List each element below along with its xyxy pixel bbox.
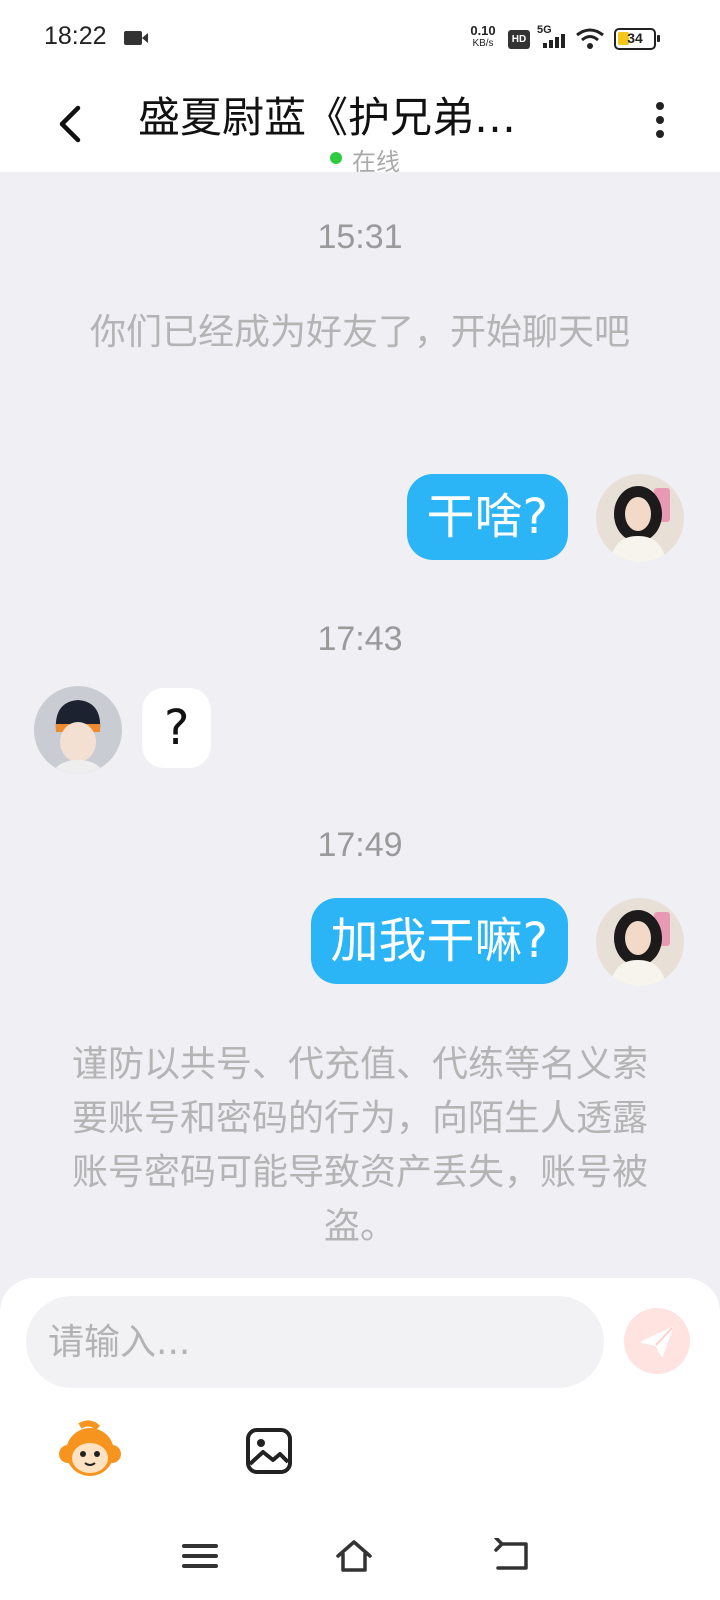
system-nav-bar <box>0 1510 720 1600</box>
message-input[interactable] <box>26 1296 604 1388</box>
battery-icon: 34 <box>614 28 660 50</box>
message-timestamp: 15:31 <box>317 218 403 256</box>
message-timestamp: 17:49 <box>317 826 403 864</box>
cellular-signal-icon: 5G <box>537 24 567 50</box>
online-dot-icon <box>330 152 342 164</box>
outgoing-message-bubble[interactable]: 加我干嘛? <box>310 898 568 984</box>
monkey-emoji-icon[interactable] <box>58 1420 122 1482</box>
chat-screen: 18:22 0.10 KB/s HD 5G 34 盛夏尉蓝《护兄弟… 在线 15… <box>0 0 720 1600</box>
menu-icon[interactable] <box>180 1538 220 1574</box>
status-bar: 18:22 0.10 KB/s HD 5G 34 <box>0 0 720 80</box>
chat-header: 盛夏尉蓝《护兄弟… 在线 <box>0 80 720 172</box>
network-speed: 0.10 KB/s <box>466 24 500 50</box>
my-avatar[interactable] <box>596 474 684 562</box>
network-type: 5G <box>537 24 552 36</box>
chevron-left-icon[interactable] <box>50 102 90 146</box>
more-vertical-icon[interactable] <box>648 102 672 146</box>
chat-title: 盛夏尉蓝《护兄弟… <box>138 93 517 142</box>
incoming-message-bubble[interactable]: ? <box>142 688 212 768</box>
home-icon[interactable] <box>334 1538 374 1574</box>
my-avatar[interactable] <box>596 898 684 986</box>
wifi-icon <box>576 28 604 49</box>
outgoing-message-bubble[interactable]: 干啥? <box>406 474 568 560</box>
message-timestamp: 17:43 <box>317 620 403 658</box>
system-message: 你们已经成为好友了，开始聊天吧 <box>89 312 630 353</box>
back-icon[interactable] <box>492 1538 532 1574</box>
network-speed-unit: KB/s <box>472 38 494 49</box>
network-speed-value: 0.10 <box>470 23 496 38</box>
contact-avatar[interactable] <box>34 686 122 774</box>
status-time: 18:22 <box>44 22 107 50</box>
online-status-label: 在线 <box>352 148 400 172</box>
battery-level: 34 <box>627 30 643 46</box>
security-warning-message: 谨防以共号、代充值、代练等名义索要账号和密码的行为，向陌生人透露账号密码可能导致… <box>71 1044 648 1247</box>
online-status: 在线 <box>330 142 400 172</box>
image-icon[interactable] <box>244 1426 294 1476</box>
video-camera-icon <box>124 31 148 45</box>
send-button[interactable] <box>624 1308 690 1374</box>
send-icon <box>641 1327 673 1357</box>
hd-badge: HD <box>508 30 530 49</box>
